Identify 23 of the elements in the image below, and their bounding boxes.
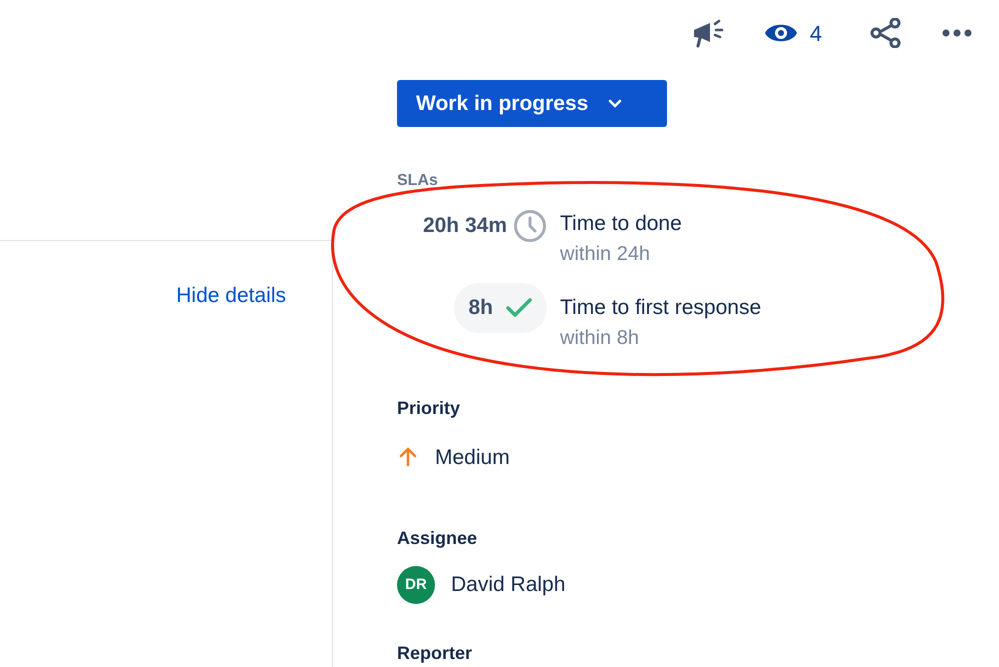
clock-icon bbox=[513, 208, 547, 242]
hide-details-link[interactable]: Hide details bbox=[176, 280, 286, 312]
sla-time: 8h bbox=[468, 294, 493, 321]
chevron-down-icon bbox=[608, 98, 622, 108]
sla-goal: within 8h bbox=[560, 326, 640, 350]
status-dropdown-button[interactable]: Work in progress bbox=[397, 80, 667, 126]
slas-heading: SLAs bbox=[397, 170, 439, 190]
arrow-up-icon bbox=[397, 447, 419, 468]
sla-time: 20h 34m bbox=[422, 212, 507, 239]
assignee-name: David Ralph bbox=[451, 572, 566, 598]
priority-label: Priority bbox=[397, 396, 462, 420]
sla-name: Time to first response bbox=[560, 294, 762, 320]
sla-name: Time to done bbox=[560, 210, 682, 236]
avatar: DR bbox=[397, 566, 435, 604]
assignee-label: Assignee bbox=[397, 527, 478, 550]
share-icon[interactable] bbox=[870, 18, 902, 48]
megaphone-icon[interactable] bbox=[692, 18, 724, 48]
reporter-label: Reporter bbox=[397, 642, 474, 665]
priority-value: Medium bbox=[435, 444, 510, 470]
watchers-button[interactable]: 4 bbox=[764, 16, 822, 50]
more-icon[interactable] bbox=[942, 29, 972, 38]
checkmark-icon bbox=[505, 296, 533, 318]
sla-goal: within 24h bbox=[560, 242, 652, 266]
